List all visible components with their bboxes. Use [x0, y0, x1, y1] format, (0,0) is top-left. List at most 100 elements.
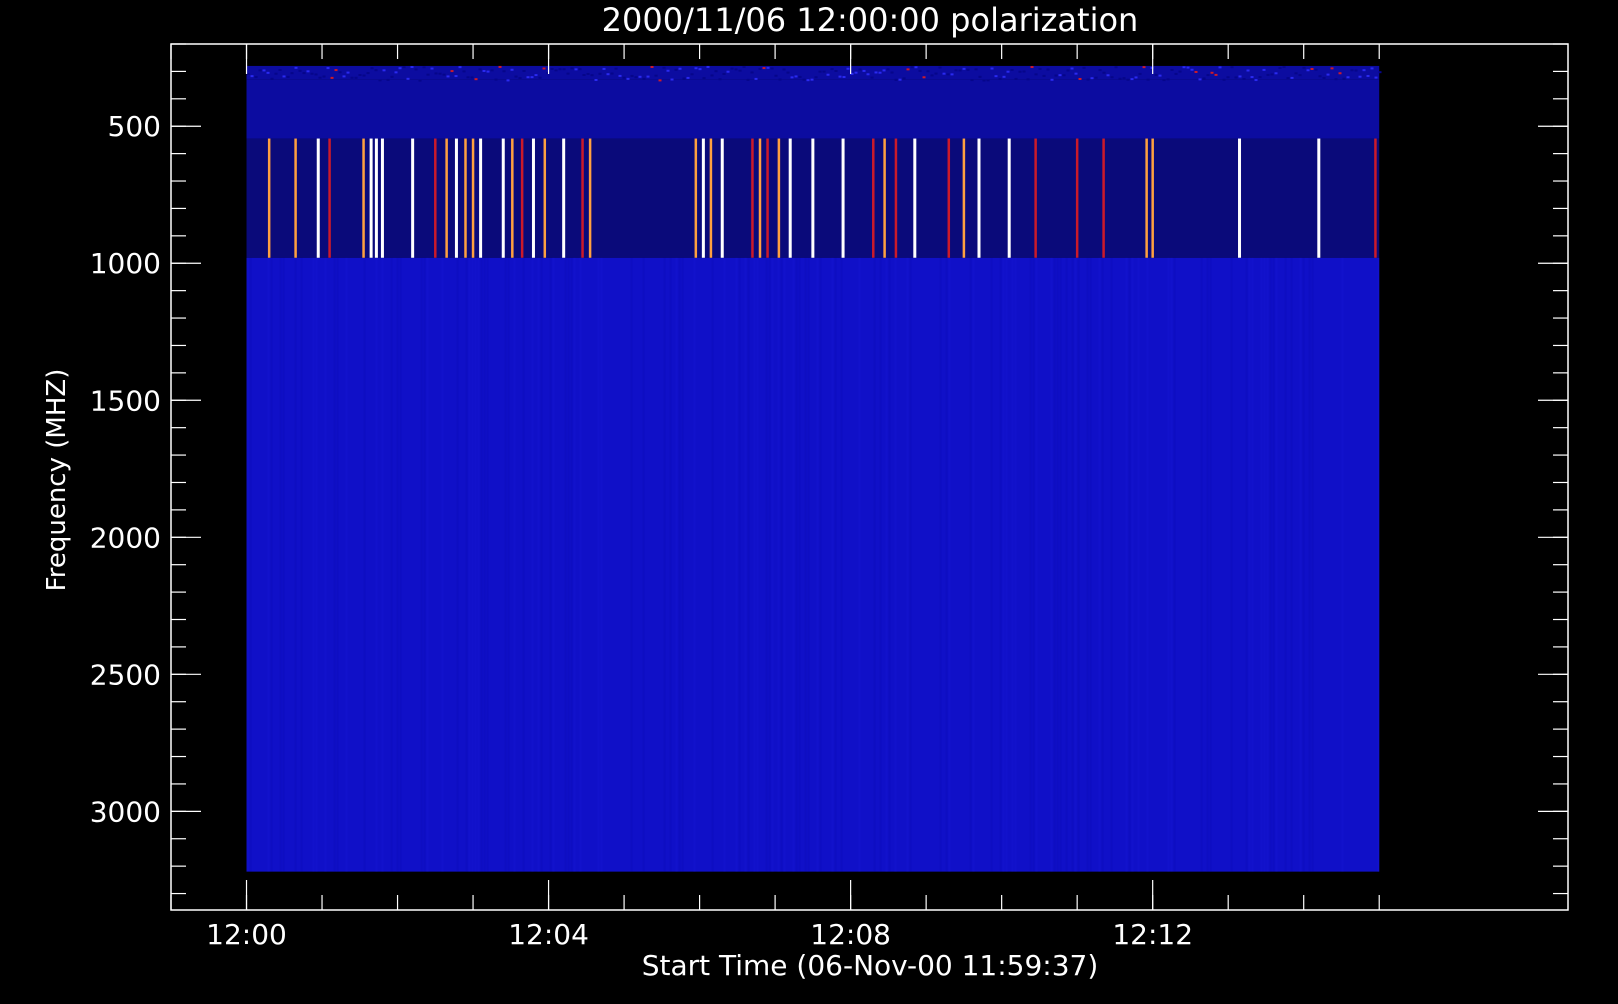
texture-stripe	[1230, 257, 1233, 872]
texture-stripe	[1056, 257, 1059, 872]
speckle-dot	[274, 72, 278, 75]
speckle-dot	[726, 70, 730, 73]
texture-stripe	[765, 257, 768, 872]
speckle-dot	[342, 75, 346, 78]
speckle-dot	[1042, 74, 1046, 77]
speckle-dot	[1126, 78, 1130, 81]
burst-stripe-7	[380, 138, 384, 258]
speckle-dot	[966, 68, 970, 71]
band-1	[246, 79, 1380, 139]
burst-stripe-9	[434, 138, 437, 258]
burst-stripe-29	[766, 138, 769, 258]
burst-stripe-14	[479, 138, 483, 258]
texture-stripe	[804, 257, 807, 872]
speckle-dot	[602, 67, 606, 70]
texture-stripe	[324, 257, 327, 872]
speckle-dot	[706, 65, 710, 68]
speckle-dot	[1258, 76, 1262, 79]
speckle-dot	[470, 76, 474, 79]
speckle-dot	[314, 73, 318, 76]
speckle-dot	[430, 67, 434, 70]
speckle-dot	[942, 72, 946, 75]
speckle-dot	[1110, 76, 1114, 79]
speckle-dot	[806, 79, 810, 82]
speckle-dot	[1362, 69, 1366, 72]
texture-stripe	[294, 257, 297, 872]
speckle-dot	[670, 78, 674, 81]
texture-stripe	[711, 257, 714, 872]
texture-stripe	[777, 257, 780, 872]
texture-stripe	[873, 257, 876, 872]
speckle-dot	[622, 76, 626, 79]
speckle-dot	[1062, 74, 1066, 77]
speckle-dot	[1022, 70, 1026, 73]
speckle-dot	[1278, 67, 1282, 70]
texture-stripe	[336, 257, 339, 872]
texture-stripe	[834, 257, 837, 872]
speckle-dot	[722, 72, 726, 75]
texture-stripe	[441, 257, 444, 872]
speckle-dot	[1286, 77, 1290, 80]
speckle-dot	[702, 77, 706, 80]
speckle-dot	[526, 76, 530, 79]
speckle-dot	[1370, 67, 1374, 70]
speckle-dot	[842, 76, 846, 79]
speckle-dot	[486, 70, 490, 73]
speckle-dot	[1078, 77, 1082, 80]
burst-stripe-19	[543, 138, 547, 258]
texture-stripe	[420, 257, 423, 872]
texture-stripe	[948, 257, 951, 872]
speckle-dot	[846, 67, 850, 70]
burst-stripe-44	[1102, 138, 1105, 258]
texture-stripe	[579, 257, 582, 872]
speckle-dot	[882, 69, 886, 72]
speckle-dot	[1102, 71, 1106, 74]
speckle-dot	[1306, 69, 1310, 72]
speckle-dot	[338, 71, 342, 74]
burst-stripe-30	[777, 138, 781, 258]
texture-stripe	[300, 257, 303, 872]
speckle-dot	[1230, 66, 1234, 69]
texture-stripe	[1260, 257, 1263, 872]
texture-stripe	[570, 257, 573, 872]
burst-stripe-24	[701, 138, 705, 258]
texture-stripe	[885, 257, 888, 872]
texture-stripe	[1011, 257, 1014, 872]
speckle-dot	[710, 74, 714, 77]
speckle-dot	[986, 79, 990, 82]
speckle-dot	[646, 75, 650, 78]
texture-stripe	[906, 257, 909, 872]
texture-stripe	[1341, 257, 1344, 872]
speckle-dot	[798, 75, 802, 78]
speckle-dot	[334, 69, 338, 72]
speckle-dot	[442, 73, 446, 76]
speckle-dot	[830, 68, 834, 71]
speckle-dot	[938, 66, 942, 69]
texture-stripe	[456, 257, 459, 872]
texture-stripe	[630, 257, 633, 872]
texture-stripe	[600, 257, 603, 872]
speckle-dot	[718, 78, 722, 81]
texture-stripe	[522, 257, 525, 872]
speckle-dot	[522, 69, 526, 72]
burst-stripe-26	[720, 138, 724, 258]
speckle-dot	[870, 76, 874, 79]
burst-stripe-10	[445, 138, 448, 258]
texture-stripe	[513, 257, 516, 872]
texture-stripe	[279, 257, 282, 872]
x-tick-label: 12:04	[508, 918, 589, 951]
speckle-dot	[786, 71, 790, 74]
burst-stripe-20	[562, 138, 566, 258]
speckle-dot	[1066, 69, 1070, 72]
speckle-dot	[354, 76, 358, 79]
speckle-dot	[614, 67, 618, 70]
speckle-dot	[278, 69, 282, 72]
speckle-dot	[750, 71, 754, 74]
speckle-dot	[378, 79, 382, 82]
y-tick-label: 500	[108, 110, 161, 143]
speckle-dot	[958, 69, 962, 72]
speckle-dot	[862, 69, 866, 72]
speckle-dot	[1034, 73, 1038, 76]
speckle-dot	[426, 73, 430, 76]
texture-stripe	[1209, 257, 1212, 872]
